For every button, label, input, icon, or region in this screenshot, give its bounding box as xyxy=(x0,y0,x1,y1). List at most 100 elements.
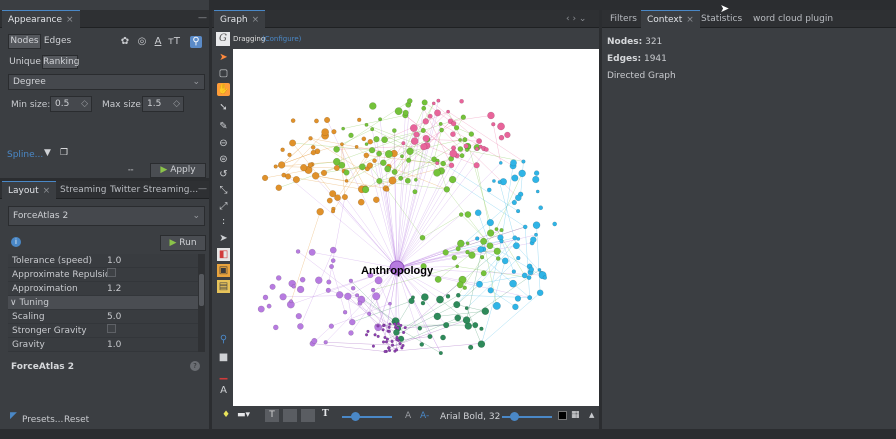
graph-node[interactable] xyxy=(474,146,479,151)
graph-node[interactable] xyxy=(388,301,392,306)
graph-node[interactable] xyxy=(534,232,538,237)
graph-node[interactable] xyxy=(533,170,540,176)
graph-node[interactable] xyxy=(351,286,356,291)
graph-node[interactable] xyxy=(367,311,372,316)
graph-node[interactable] xyxy=(391,169,398,175)
property-row-gravity[interactable]: Gravity 1.0 xyxy=(8,338,198,352)
graph-node[interactable] xyxy=(477,246,484,253)
graph-node[interactable] xyxy=(412,189,418,195)
close-icon[interactable]: × xyxy=(686,15,694,25)
color-swatch-icon[interactable] xyxy=(558,411,567,420)
graph-node[interactable] xyxy=(410,124,418,132)
graph-node[interactable] xyxy=(328,323,334,329)
graph-node[interactable] xyxy=(532,176,540,184)
checkbox[interactable] xyxy=(107,268,116,281)
graph-node[interactable] xyxy=(388,322,392,326)
graph-node[interactable] xyxy=(341,126,345,131)
graph-node[interactable] xyxy=(371,344,375,348)
graph-node[interactable] xyxy=(439,127,444,133)
graph-node[interactable] xyxy=(366,329,370,333)
graph-node[interactable] xyxy=(479,326,484,331)
graph-node[interactable] xyxy=(380,159,387,166)
graph-node[interactable] xyxy=(537,268,542,272)
property-value[interactable]: 1.2 xyxy=(107,282,121,295)
graph-node[interactable] xyxy=(486,219,494,227)
graph-node[interactable] xyxy=(491,122,496,127)
pin-icon[interactable]: ⚲ xyxy=(190,36,202,48)
graph-node[interactable] xyxy=(465,241,470,246)
graph-node[interactable] xyxy=(372,292,381,301)
graph-node[interactable] xyxy=(468,344,474,350)
graph-node[interactable] xyxy=(285,173,292,180)
text-color-icon[interactable]: A xyxy=(405,411,411,421)
graph-node[interactable] xyxy=(398,175,404,181)
graph-node[interactable] xyxy=(438,351,443,356)
graph-node[interactable] xyxy=(402,109,409,116)
grid-icon[interactable]: ▦ xyxy=(571,410,580,420)
graph-node[interactable] xyxy=(364,122,369,127)
graph-node[interactable] xyxy=(355,293,360,298)
color-palette-icon[interactable]: ▣ xyxy=(217,264,230,277)
graph-node[interactable] xyxy=(518,169,526,178)
graph-node[interactable] xyxy=(472,322,479,329)
shortest-path-icon[interactable]: ⤢ xyxy=(217,200,230,213)
info-icon[interactable]: i xyxy=(11,237,21,247)
graph-node[interactable] xyxy=(528,266,534,273)
max-size-field[interactable]: 1.5 ◇ xyxy=(142,96,184,112)
graph-node[interactable] xyxy=(348,330,354,336)
graph-node[interactable] xyxy=(357,117,362,122)
graph-node[interactable] xyxy=(498,135,505,141)
graph-node[interactable] xyxy=(462,316,471,324)
graph-node[interactable] xyxy=(280,147,285,152)
graph-node[interactable] xyxy=(311,337,318,344)
graph-node[interactable] xyxy=(468,251,476,259)
graph-node[interactable] xyxy=(516,255,521,261)
lightbulb-icon[interactable]: ♦ xyxy=(222,410,230,420)
graph-node[interactable] xyxy=(374,276,383,285)
graph-node[interactable] xyxy=(289,139,297,147)
graph-node[interactable] xyxy=(457,146,464,152)
graph-node[interactable] xyxy=(289,299,293,304)
graph-node[interactable] xyxy=(262,294,269,301)
graph-node[interactable] xyxy=(486,242,494,250)
graph-node[interactable] xyxy=(511,269,516,274)
graph-node[interactable] xyxy=(422,134,430,142)
graph-node[interactable] xyxy=(512,242,520,250)
select-arrow-icon[interactable]: ➤ xyxy=(217,51,230,64)
text-color-icon[interactable]: ▁ xyxy=(217,368,230,381)
graph-node[interactable] xyxy=(433,312,442,321)
graph-node[interactable] xyxy=(336,291,344,299)
graph-node[interactable] xyxy=(363,152,370,159)
font-icon[interactable]: A- xyxy=(420,411,429,421)
graph-node[interactable] xyxy=(321,128,329,136)
graph-node[interactable] xyxy=(480,255,485,260)
graph-node[interactable] xyxy=(320,169,328,176)
tab-appearance[interactable]: Appearance × xyxy=(2,10,80,28)
attribute-select[interactable]: Degree ⌄ xyxy=(8,74,205,90)
graph-node[interactable] xyxy=(422,118,429,125)
graph-node[interactable] xyxy=(421,99,428,106)
graph-node[interactable] xyxy=(399,323,403,327)
graph-node[interactable] xyxy=(387,329,391,333)
graph-node[interactable] xyxy=(436,98,441,103)
graph-node[interactable] xyxy=(269,283,276,290)
graph-node[interactable] xyxy=(468,131,475,137)
expand-group[interactable]: ∨ Tuning xyxy=(10,296,49,309)
minimize-icon[interactable]: — xyxy=(198,184,207,194)
tab-layout[interactable]: Layout × xyxy=(2,181,57,199)
property-row-approximate-repulsion[interactable]: Approximate Repulsion xyxy=(8,268,198,282)
graph-node[interactable] xyxy=(438,121,443,126)
label-size-icon[interactable]: тT xyxy=(168,36,180,48)
graph-node[interactable] xyxy=(453,125,460,131)
graph-node[interactable] xyxy=(420,143,428,151)
graph-node[interactable] xyxy=(530,236,537,243)
graph-node[interactable] xyxy=(340,142,344,147)
graph-node[interactable] xyxy=(299,276,306,283)
color-palette-icon[interactable]: ✿ xyxy=(119,36,131,48)
font-size-slider-thumb[interactable] xyxy=(510,412,519,421)
graph-node[interactable] xyxy=(325,287,331,293)
graph-node[interactable] xyxy=(459,153,465,158)
presets-icon[interactable]: ◤ xyxy=(10,411,17,421)
help-icon[interactable]: ? xyxy=(190,361,200,371)
graph-node[interactable] xyxy=(420,128,426,134)
